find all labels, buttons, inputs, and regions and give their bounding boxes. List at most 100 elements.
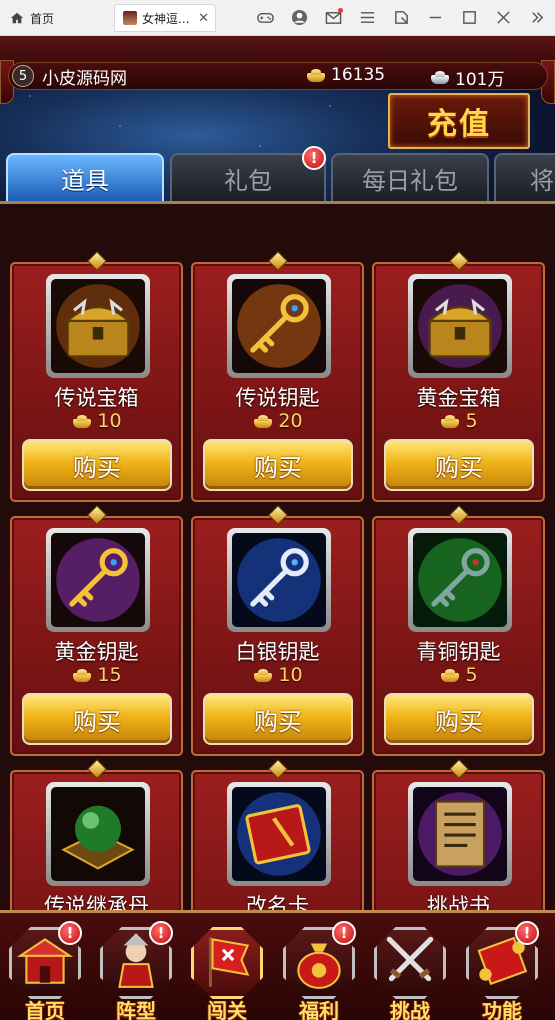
gold-ingot-icon xyxy=(71,414,93,429)
close-icon[interactable] xyxy=(494,8,513,27)
treasure-chest-icon xyxy=(413,279,507,373)
card-ornament-icon xyxy=(268,759,288,779)
shop-item-card[interactable]: 黄金宝箱 5 购买 xyxy=(372,251,545,502)
item-icon-frame xyxy=(46,274,150,378)
tab-items[interactable]: 道具 xyxy=(6,153,164,203)
silver-balance: 101万 xyxy=(429,65,504,90)
gold-ingot-icon xyxy=(252,668,274,683)
game-screen: 5 小皮源码网 16135 101万 充值 道具 礼包 ! 每日礼包 将 传说宝… xyxy=(0,36,555,1020)
nav-item[interactable]: 挑战 xyxy=(369,923,451,1020)
nav-item[interactable]: 福利 ! xyxy=(278,921,360,1020)
game-tab-label: 女神逗... xyxy=(142,11,190,26)
battle-flag-icon xyxy=(196,929,258,991)
treasure-chest-icon xyxy=(51,279,145,373)
card-ornament-icon xyxy=(268,251,288,271)
tab-daily-gift[interactable]: 每日礼包 xyxy=(331,153,489,203)
inheritance-pill-icon xyxy=(51,787,145,881)
gold-ingot-icon xyxy=(252,414,274,429)
game-tab[interactable]: 女神逗... ✕ xyxy=(114,4,216,32)
item-icon-frame xyxy=(408,782,512,886)
shop-item-card[interactable]: 黄金钥匙 15 购买 xyxy=(10,505,183,756)
item-name: 青铜钥匙 xyxy=(416,640,501,664)
challenge-scroll-icon xyxy=(413,787,507,881)
home-tab-label: 首页 xyxy=(30,11,55,26)
rename-card-icon xyxy=(232,787,326,881)
item-icon-frame xyxy=(227,274,331,378)
screenshot-icon[interactable] xyxy=(392,8,411,27)
nav-alert-icon: ! xyxy=(332,921,356,945)
buy-button-label: 购买 xyxy=(435,453,483,482)
buy-button[interactable]: 购买 xyxy=(203,693,353,745)
tab-gift-pack-alert-icon: ! xyxy=(302,146,326,170)
gold-ingot-icon xyxy=(71,668,93,683)
menu-icon[interactable] xyxy=(358,8,377,27)
recharge-label: 充值 xyxy=(427,107,491,142)
nav-item[interactable]: 闯关 xyxy=(186,923,268,1020)
gold-ingot-icon xyxy=(439,414,461,429)
buy-button-label: 购买 xyxy=(435,707,483,736)
golden-key-icon xyxy=(232,279,326,373)
shop-item-card[interactable]: 传说宝箱 10 购买 xyxy=(10,251,183,502)
item-icon-frame xyxy=(46,782,150,886)
golden-key-icon xyxy=(51,533,145,627)
item-icon-frame xyxy=(408,528,512,632)
item-icon-frame xyxy=(227,782,331,886)
gamepad-icon[interactable] xyxy=(256,8,275,27)
maximize-icon[interactable] xyxy=(460,8,479,27)
nav-alert-icon: ! xyxy=(515,921,539,945)
bottom-navigation: 首页 ! 阵型 ! 闯关 福利 ! 挑战 功能 ! xyxy=(0,910,555,1020)
item-icon-frame xyxy=(227,528,331,632)
nav-item[interactable]: 阵型 ! xyxy=(95,921,177,1020)
tab-items-label: 道具 xyxy=(61,166,109,195)
buy-button[interactable]: 购买 xyxy=(22,439,172,491)
card-ornament-icon xyxy=(268,505,288,525)
minimize-icon[interactable] xyxy=(426,8,445,27)
item-name: 黄金宝箱 xyxy=(416,386,501,410)
card-ornament-icon xyxy=(449,505,469,525)
collapse-icon[interactable] xyxy=(528,8,547,27)
nav-item-label: 功能 xyxy=(482,999,522,1020)
item-price: 10 xyxy=(193,664,362,686)
tab-gift-pack-label: 礼包 xyxy=(224,166,272,195)
card-ornament-icon xyxy=(87,505,107,525)
buy-button[interactable]: 购买 xyxy=(384,693,534,745)
tab-general-label: 将 xyxy=(530,166,554,195)
item-price: 10 xyxy=(12,410,181,432)
item-price: 5 xyxy=(374,410,543,432)
gold-ingot-icon xyxy=(305,68,327,83)
nav-alert-icon: ! xyxy=(58,921,82,945)
buy-button[interactable]: 购买 xyxy=(384,439,534,491)
buy-button-label: 购买 xyxy=(73,707,121,736)
item-price-value: 10 xyxy=(278,664,303,686)
item-price: 15 xyxy=(12,664,181,686)
game-favicon-icon xyxy=(123,11,137,25)
item-price: 5 xyxy=(374,664,543,686)
shop-item-card[interactable]: 青铜钥匙 5 购买 xyxy=(372,505,545,756)
item-price-value: 5 xyxy=(465,410,478,432)
account-icon[interactable] xyxy=(290,8,309,27)
nav-item-label: 闯关 xyxy=(207,999,247,1020)
buy-button[interactable]: 购买 xyxy=(203,439,353,491)
player-name: 小皮源码网 xyxy=(42,68,127,89)
nav-item-label: 福利 xyxy=(299,999,339,1020)
item-price: 20 xyxy=(193,410,362,432)
nav-item-label: 挑战 xyxy=(390,999,430,1020)
item-price-value: 20 xyxy=(278,410,303,432)
mail-icon[interactable] xyxy=(324,8,343,27)
recharge-button[interactable]: 充值 xyxy=(388,93,530,149)
shop-item-card[interactable]: 白银钥匙 10 购买 xyxy=(191,505,364,756)
item-name: 黄金钥匙 xyxy=(54,640,139,664)
item-icon-frame xyxy=(408,274,512,378)
buy-button[interactable]: 购买 xyxy=(22,693,172,745)
item-name: 传说钥匙 xyxy=(235,386,320,410)
card-ornament-icon xyxy=(87,759,107,779)
nav-item[interactable]: 功能 ! xyxy=(461,921,543,1020)
nav-item-label: 首页 xyxy=(25,999,65,1020)
home-tab[interactable]: 首页 xyxy=(10,8,54,28)
item-icon-frame xyxy=(46,528,150,632)
tab-close-icon[interactable]: ✕ xyxy=(198,11,209,26)
tab-general[interactable]: 将 xyxy=(494,153,555,203)
shop-item-card[interactable]: 传说钥匙 20 购买 xyxy=(191,251,364,502)
bronze-key-icon xyxy=(413,533,507,627)
nav-item[interactable]: 首页 ! xyxy=(4,921,86,1020)
